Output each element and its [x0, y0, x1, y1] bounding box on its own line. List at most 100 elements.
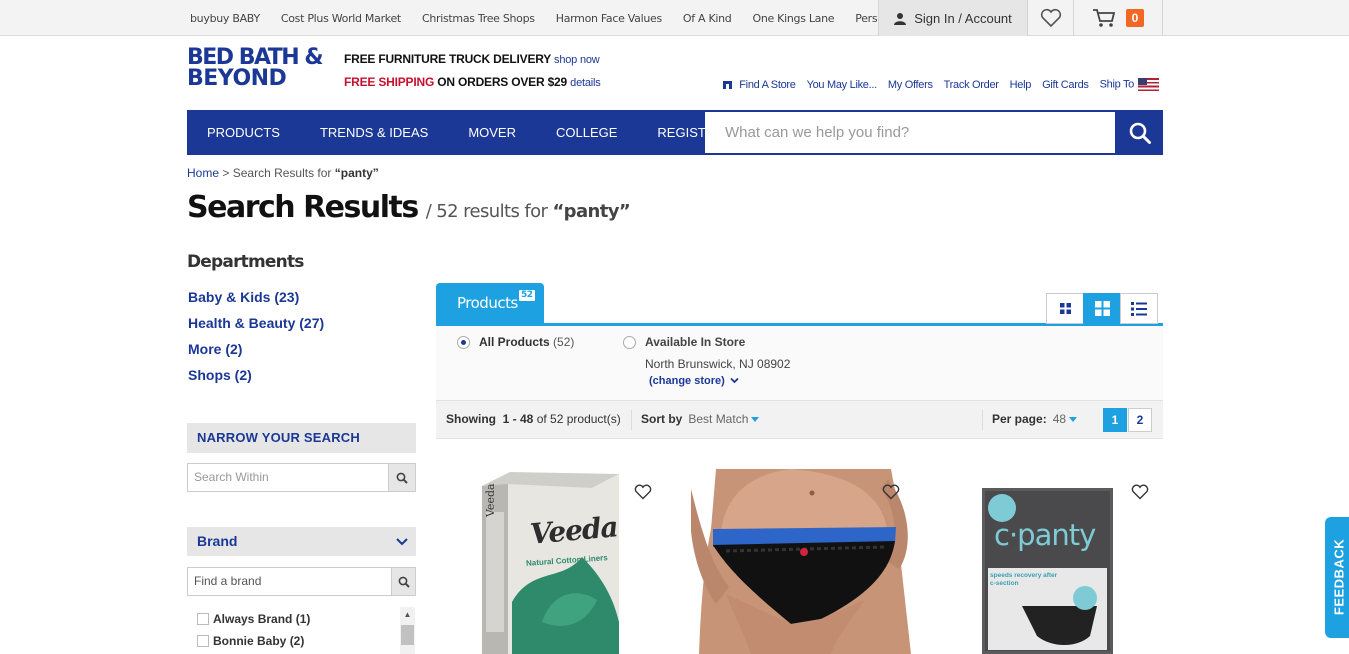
logo[interactable]: BED BATH & BEYOND	[187, 47, 325, 92]
find-brand: Find a brand	[187, 567, 416, 596]
search-icon	[398, 576, 410, 588]
shop-now-link[interactable]: shop now	[554, 54, 600, 66]
find-store-link[interactable]: Find A Store	[739, 79, 796, 91]
promo-banner: FREE FURNITURE TRUCK DELIVERY shop now F…	[344, 52, 601, 89]
nav-college[interactable]: COLLEGE	[556, 125, 617, 140]
scroll-up-icon[interactable]: ▲	[400, 607, 415, 622]
available-in-store-radio[interactable]	[623, 336, 636, 349]
sister-site-link[interactable]: buybuy BABY	[190, 12, 260, 25]
grid-small-view-button[interactable]	[1046, 293, 1084, 324]
us-flag-icon	[1138, 78, 1159, 91]
showing-text: Showing 1 - 48 of 52 product(s)	[446, 412, 621, 426]
department-more[interactable]: More (2)	[188, 341, 324, 357]
brand-scrollbar[interactable]: ▲	[400, 607, 415, 654]
promo-free-shipping: FREE SHIPPING	[344, 75, 435, 89]
sister-site-link[interactable]: Of A Kind	[683, 12, 732, 25]
breadcrumb: Home > Search Results for “panty”	[187, 166, 379, 180]
list-icon	[1131, 301, 1147, 316]
account-label: Sign In / Account	[914, 10, 1012, 26]
showing-label: Showing	[446, 412, 496, 426]
showing-total: of 52 product(s)	[536, 412, 621, 426]
promo-furniture: FREE FURNITURE TRUCK DELIVERY	[344, 52, 551, 66]
breadcrumb-current: Search Results for	[232, 166, 332, 180]
result-count-text: / 52 results for	[425, 201, 548, 222]
sort-label: Sort by	[641, 412, 683, 426]
department-baby-kids[interactable]: Baby & Kids (23)	[188, 289, 324, 305]
tab-products[interactable]: Products 52	[436, 283, 544, 324]
product-image[interactable]	[691, 469, 914, 654]
divider	[982, 410, 983, 430]
brand-option[interactable]: Bonnie Baby (2)	[197, 630, 310, 652]
list-view-button[interactable]	[1120, 293, 1158, 324]
tab-count-badge: 52	[519, 290, 535, 301]
search-input[interactable]: What can we help you find?	[705, 112, 1115, 153]
sister-site-link[interactable]: Christmas Tree Shops	[422, 12, 535, 25]
gift-cards-link[interactable]: Gift Cards	[1042, 79, 1089, 91]
page-2-button[interactable]: 2	[1128, 408, 1152, 432]
all-products-count: (52)	[553, 335, 575, 349]
search-term: “panty”	[552, 201, 631, 222]
per-page-label: Per page:	[992, 412, 1047, 426]
all-products-option[interactable]: All Products (52)	[479, 335, 574, 349]
search-within-input[interactable]: Search Within	[188, 464, 388, 491]
search-within-button[interactable]	[388, 464, 415, 491]
sister-site-link[interactable]: Harmon Face Values	[556, 12, 662, 25]
ship-to-label: Ship To	[1099, 78, 1135, 91]
all-products-label: All Products	[479, 335, 550, 349]
brand-name: Always Brand	[213, 612, 293, 626]
details-link[interactable]: details	[570, 77, 601, 89]
heart-icon	[1040, 8, 1061, 28]
find-brand-input[interactable]: Find a brand	[188, 568, 391, 595]
utility-links: Find A Store You May Like... My Offers T…	[723, 78, 1159, 91]
sister-site-link[interactable]: One Kings Lane	[752, 12, 834, 25]
page-1-button[interactable]: 1	[1103, 408, 1127, 432]
ship-to-link[interactable]: Ship To	[1100, 78, 1159, 91]
feedback-label: FEEDBACK	[1331, 538, 1347, 616]
find-brand-button[interactable]	[391, 568, 415, 595]
search-button[interactable]	[1117, 110, 1163, 155]
change-store-link[interactable]: (change store)	[649, 375, 739, 387]
departments-heading: Departments	[187, 252, 304, 272]
available-in-store-label[interactable]: Available In Store	[645, 335, 745, 349]
cart-button[interactable]: 0	[1074, 0, 1163, 36]
logo-line2: BEYOND	[187, 65, 287, 91]
page-title-main: Search Results	[187, 190, 419, 225]
sister-sites: buybuy BABY Cost Plus World Market Chris…	[190, 0, 980, 36]
scrollbar-thumb[interactable]	[401, 625, 414, 645]
search-icon	[1129, 122, 1151, 144]
help-link[interactable]: Help	[1010, 79, 1032, 91]
nav-products[interactable]: PRODUCTS	[207, 125, 280, 140]
sort-by[interactable]: Sort by Best Match	[641, 412, 760, 426]
nav-trends-ideas[interactable]: TRENDS & IDEAS	[320, 125, 428, 140]
showing-range: 1 - 48	[502, 412, 534, 426]
page-title-sub: / 52 results for “panty”	[425, 201, 631, 222]
sister-site-link[interactable]: Cost Plus World Market	[281, 12, 401, 25]
grid-large-icon	[1094, 301, 1110, 316]
you-may-like-link[interactable]: You May Like...	[807, 79, 878, 91]
nav-mover[interactable]: MOVER	[468, 125, 516, 140]
feedback-button[interactable]: FEEDBACK	[1325, 517, 1349, 638]
department-health-beauty[interactable]: Health & Beauty (27)	[188, 315, 324, 331]
all-products-radio[interactable]	[457, 336, 470, 349]
wishlist-heart-icon[interactable]	[634, 484, 652, 500]
per-page[interactable]: Per page: 48	[992, 412, 1078, 426]
track-order-link[interactable]: Track Order	[944, 79, 999, 91]
svg-text:Veeda: Veeda	[484, 483, 497, 518]
wishlist-heart-icon[interactable]	[882, 484, 900, 500]
page-title: Search Results / 52 results for “panty”	[187, 190, 631, 225]
brand-filter-heading[interactable]: Brand	[187, 527, 416, 556]
wishlist-button[interactable]	[1028, 0, 1074, 36]
department-shops[interactable]: Shops (2)	[188, 367, 324, 383]
grid-small-icon	[1059, 303, 1071, 314]
product-image[interactable]: c·panty speeds recovery after c-section	[982, 488, 1113, 654]
my-offers-link[interactable]: My Offers	[888, 79, 933, 91]
brand-option[interactable]: Always Brand (1)	[197, 608, 310, 630]
brand-checkbox[interactable]	[197, 635, 209, 647]
change-store-label: (change store)	[649, 375, 725, 387]
brand-checkbox[interactable]	[197, 613, 209, 625]
breadcrumb-home[interactable]: Home	[187, 166, 219, 180]
wishlist-heart-icon[interactable]	[1131, 484, 1149, 500]
grid-large-view-button[interactable]	[1083, 293, 1121, 324]
account-button[interactable]: Sign In / Account	[878, 0, 1028, 36]
product-image[interactable]: Veeda Veeda Natural Cotton Liners	[482, 472, 620, 654]
